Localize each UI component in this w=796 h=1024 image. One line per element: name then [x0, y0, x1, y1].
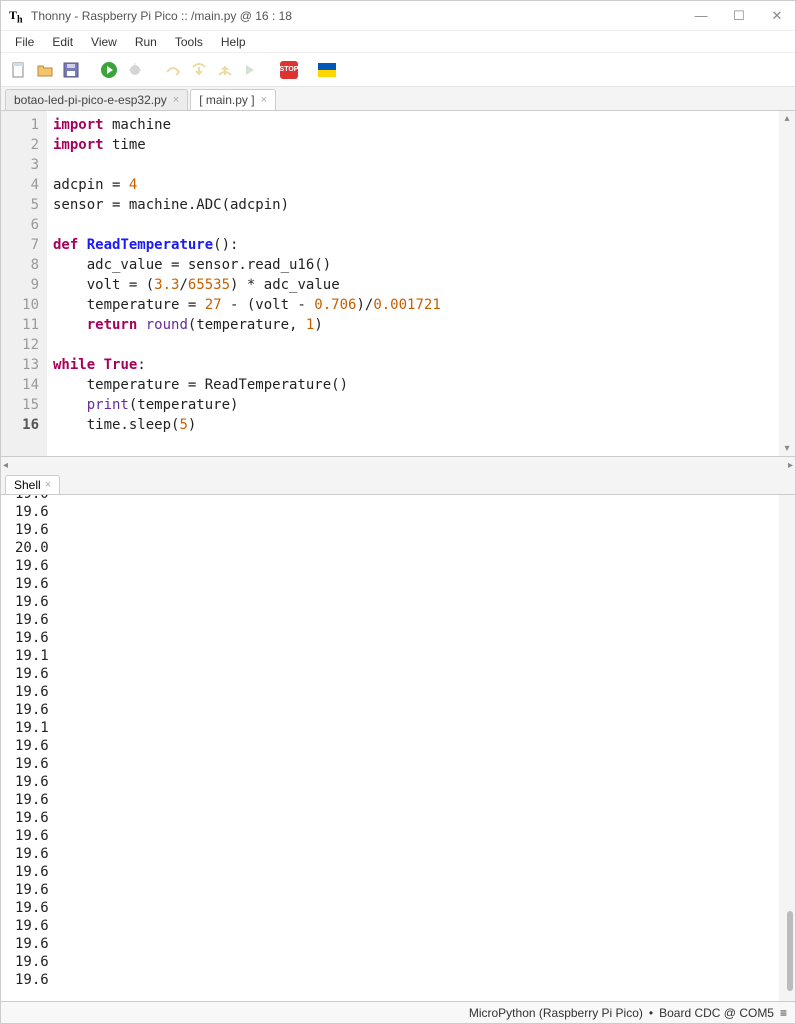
stop-button[interactable]: STOP [279, 60, 299, 80]
debug-icon[interactable] [125, 60, 145, 80]
shell-tabs: Shell × [1, 473, 795, 495]
editor-tab[interactable]: botao-led-pi-pico-e-esp32.py × [5, 89, 188, 110]
step-into-icon[interactable] [189, 60, 209, 80]
app-icon: Th [9, 8, 25, 24]
status-port[interactable]: Board CDC @ COM5 [659, 1006, 774, 1020]
save-file-icon[interactable] [61, 60, 81, 80]
shell-panel: 19.019.619.620.019.619.619.619.619.619.1… [1, 495, 795, 1001]
close-icon[interactable]: × [45, 479, 51, 491]
menu-help[interactable]: Help [213, 33, 254, 51]
status-separator: • [649, 1006, 653, 1020]
editor-vscrollbar[interactable]: ▴▾ [779, 111, 795, 456]
tab-label: [ main.py ] [199, 93, 254, 107]
window-title: Thonny - Raspberry Pi Pico :: /main.py @… [31, 9, 691, 23]
close-icon[interactable]: × [261, 94, 267, 106]
status-interpreter[interactable]: MicroPython (Raspberry Pi Pico) [469, 1006, 643, 1020]
menu-edit[interactable]: Edit [44, 33, 81, 51]
step-out-icon[interactable] [215, 60, 235, 80]
close-icon[interactable]: × [173, 94, 179, 106]
menu-view[interactable]: View [83, 33, 125, 51]
editor-hscrollbar[interactable]: ◂▸ [1, 457, 795, 473]
resume-icon[interactable] [241, 60, 261, 80]
status-bar: MicroPython (Raspberry Pi Pico) • Board … [1, 1001, 795, 1023]
window-controls: — ☐ ✕ [691, 8, 787, 24]
shell-tab-label: Shell [14, 478, 41, 492]
shell-output[interactable]: 19.019.619.620.019.619.619.619.619.619.1… [1, 495, 779, 1001]
open-file-icon[interactable] [35, 60, 55, 80]
step-over-icon[interactable] [163, 60, 183, 80]
menu-glyph-icon[interactable]: ≡ [780, 1006, 787, 1020]
shell-vscrollbar[interactable] [779, 495, 795, 1001]
shell-tab[interactable]: Shell × [5, 475, 60, 494]
line-gutter: 12345678910111213141516 [1, 111, 47, 456]
menu-tools[interactable]: Tools [167, 33, 211, 51]
code-area[interactable]: import machineimport time adcpin = 4sens… [47, 111, 779, 456]
new-file-icon[interactable] [9, 60, 29, 80]
editor-tab[interactable]: [ main.py ] × [190, 89, 276, 110]
editor-tabs: botao-led-pi-pico-e-esp32.py×[ main.py ]… [1, 87, 795, 111]
tab-label: botao-led-pi-pico-e-esp32.py [14, 93, 167, 107]
menu-run[interactable]: Run [127, 33, 165, 51]
menu-file[interactable]: File [7, 33, 42, 51]
menu-bar: FileEditViewRunToolsHelp [1, 31, 795, 53]
close-button[interactable]: ✕ [767, 8, 787, 24]
maximize-button[interactable]: ☐ [729, 8, 749, 24]
toolbar: STOP [1, 53, 795, 87]
code-editor[interactable]: 12345678910111213141516 import machineim… [1, 111, 795, 457]
run-button[interactable] [99, 60, 119, 80]
minimize-button[interactable]: — [691, 8, 711, 24]
ukraine-flag-icon[interactable] [317, 60, 337, 80]
title-bar: Th Thonny - Raspberry Pi Pico :: /main.p… [1, 1, 795, 31]
